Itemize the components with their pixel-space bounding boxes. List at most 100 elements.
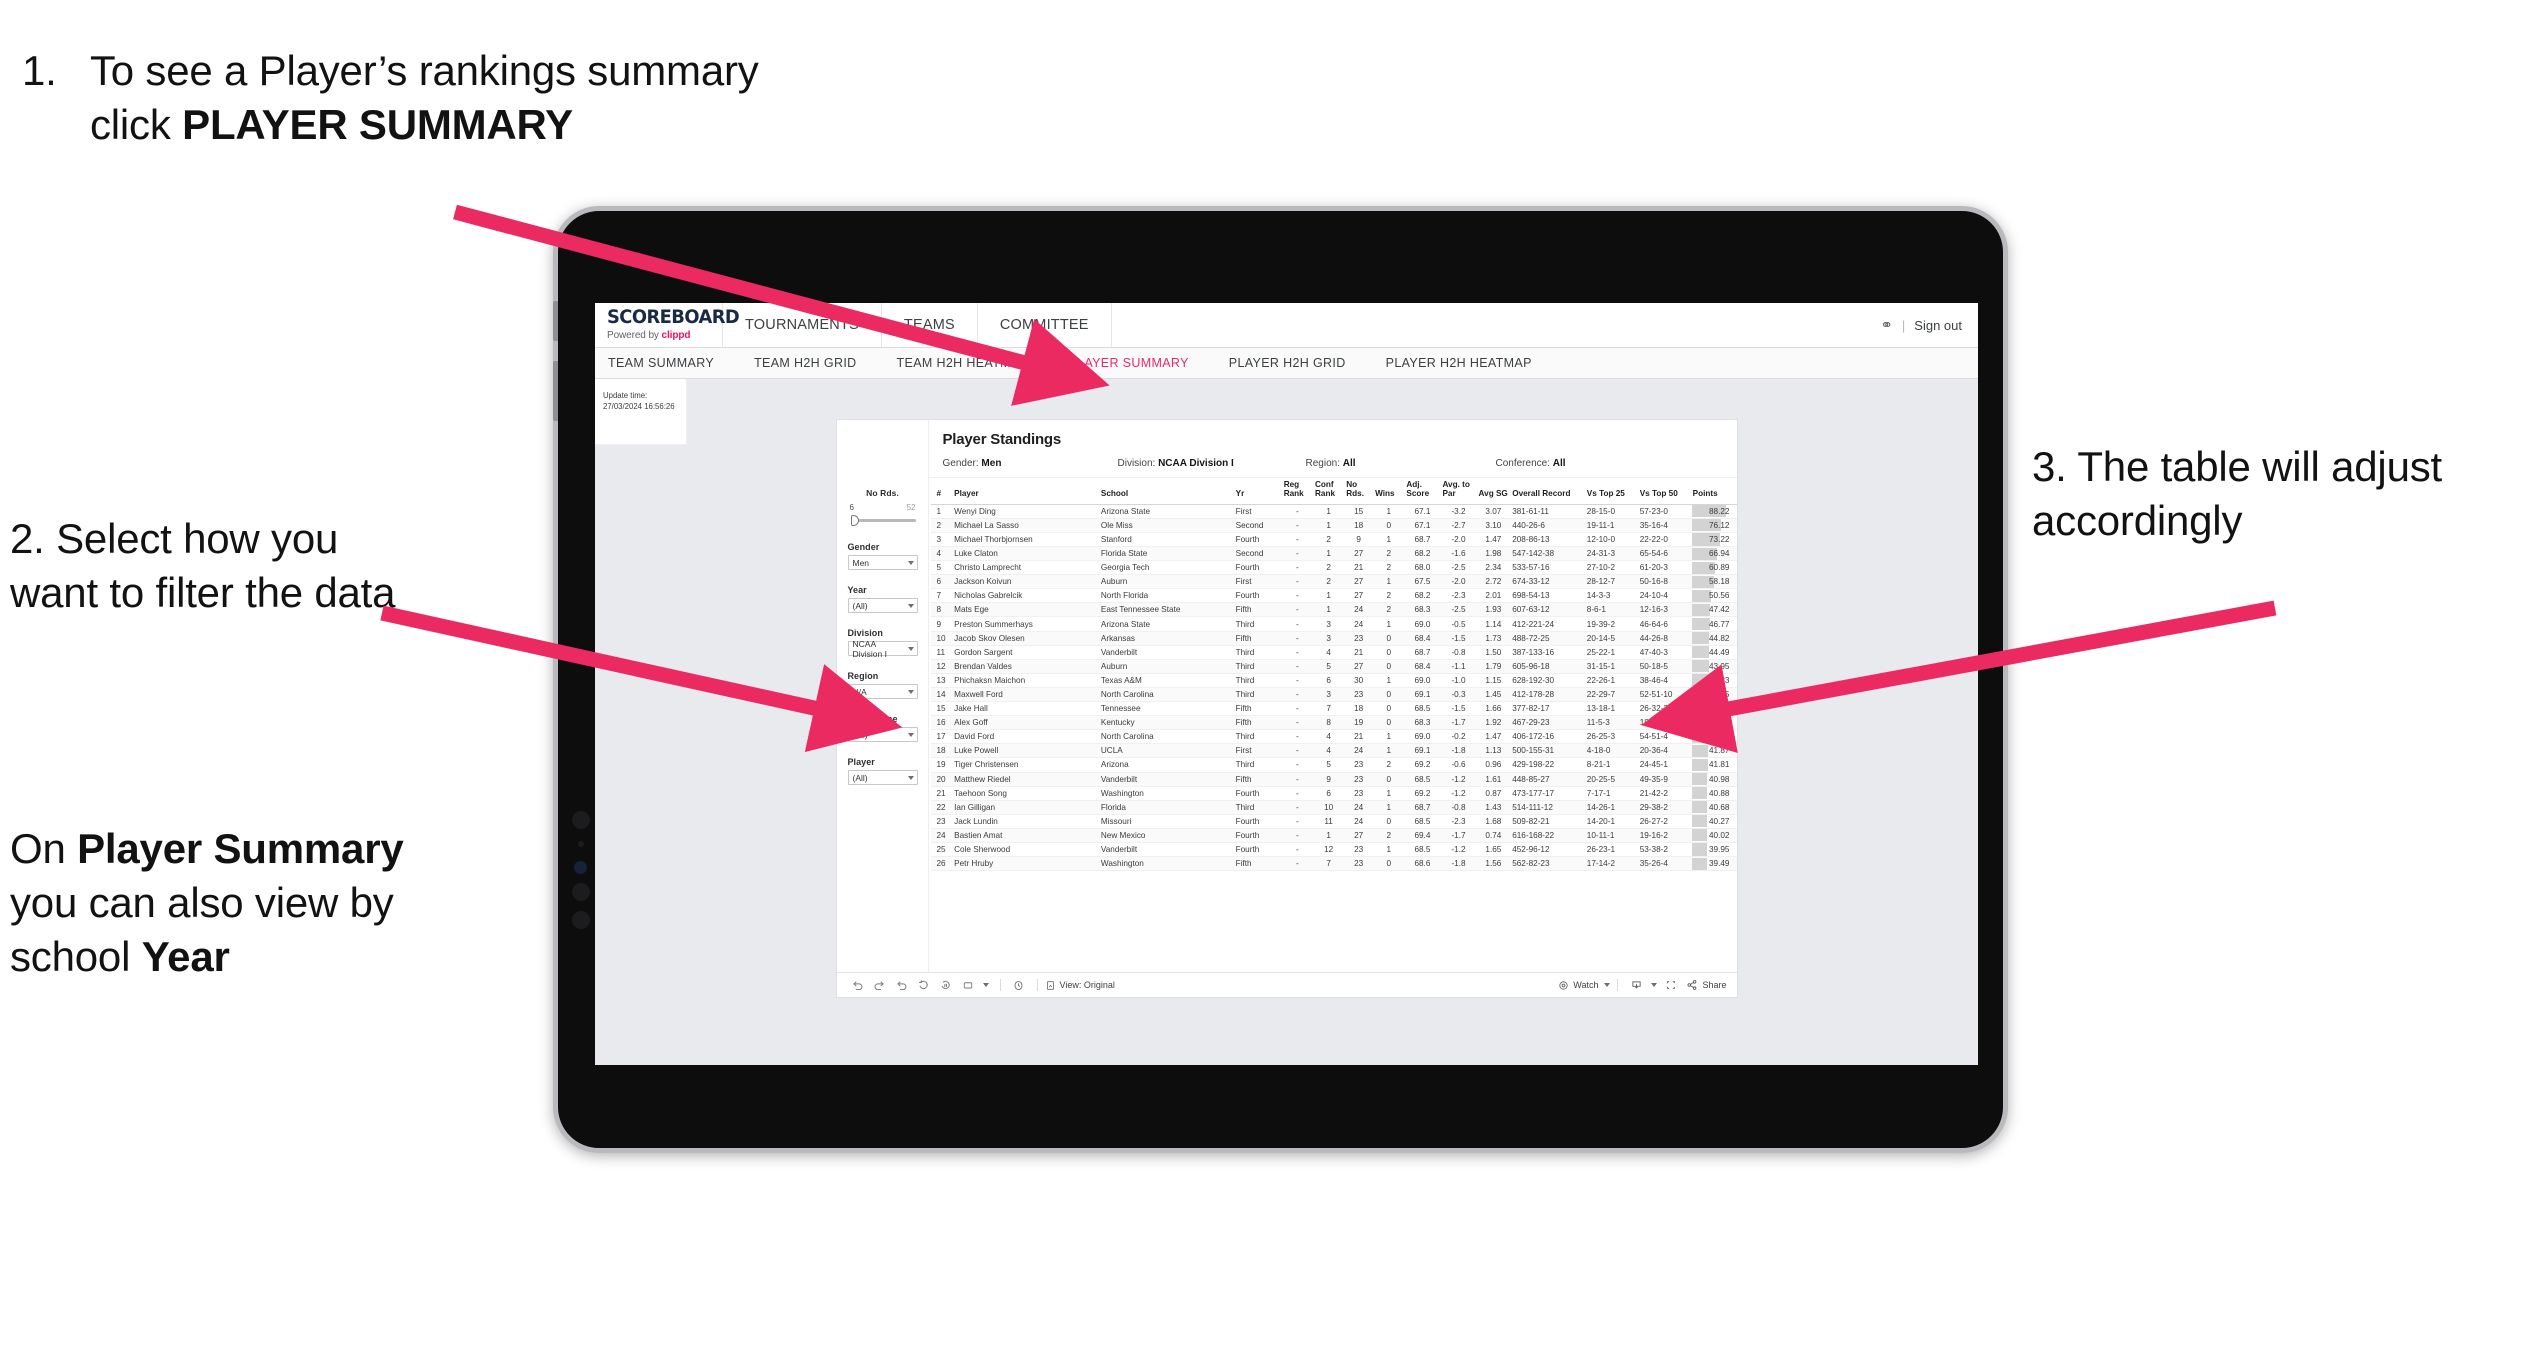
cell-yr: First (1233, 504, 1282, 519)
app-logo[interactable]: SCOREBOARD Powered by clippd (595, 303, 740, 347)
cell-no-rds: 27 (1344, 659, 1374, 674)
col-avg-sg[interactable]: Avg SG (1476, 478, 1511, 505)
cell-vs-top-50: 35-16-4 (1637, 518, 1691, 533)
cell-reg-rank: - (1281, 504, 1313, 519)
table-row[interactable]: 4 Luke Claton Florida State Second -1 27 2 68.2… (930, 546, 1737, 562)
redo-icon[interactable] (869, 976, 891, 994)
table-row[interactable]: 3 Michael Thorbjornsen Stanford Fourth -2 9 1 6… (930, 532, 1737, 548)
col-overall[interactable]: Overall Record (1510, 478, 1585, 505)
col-no-rds[interactable]: No Rds. (1344, 478, 1374, 505)
meta-region: Region: All (1306, 458, 1496, 469)
cell-rank: 3 (930, 532, 953, 548)
col-wins[interactable]: Wins (1373, 478, 1405, 505)
filter-division-select[interactable]: NCAA Division I (847, 639, 918, 659)
slider-handle[interactable] (850, 515, 859, 526)
no-rounds-slider[interactable] (848, 514, 918, 527)
logo-brand-clippd: clippd (661, 330, 691, 341)
table-row[interactable]: 25 Cole Sherwood Vanderbilt Fourth -12 23 1 68.… (930, 842, 1737, 858)
table-row[interactable]: 16 Alex Goff Kentucky Fifth -8 19 0 68.3 -1.7 1.9… (930, 715, 1737, 731)
watch-button[interactable]: Watch (1558, 980, 1611, 991)
top-nav-tournaments[interactable]: TOURNAMENTS (723, 303, 882, 347)
table-row[interactable]: 26 Petr Hruby Washington Fifth -7 23 0 68.6 -1.8… (930, 856, 1737, 872)
share-button[interactable]: Share (1686, 979, 1727, 991)
filter-player-select[interactable]: (All) (847, 770, 918, 785)
points-bar (1691, 730, 1708, 743)
cell-vs-top-25: 28-12-7 (1584, 574, 1638, 590)
device-button-top (553, 301, 558, 341)
tab-team-summary[interactable]: TEAM SUMMARY (608, 356, 734, 370)
table-row[interactable]: 2 Michael La Sasso Ole Miss Second -1 18 0 67.1… (930, 518, 1737, 533)
col-vs-top-25[interactable]: Vs Top 25 (1584, 478, 1638, 505)
table-row[interactable]: 21 Taehoon Song Washington Fourth -6 23 1 69.2-… (930, 786, 1737, 801)
tab-team-h2h-heatmap[interactable]: TEAM H2H HEATMAP (897, 356, 1049, 370)
tab-player-h2h-heatmap[interactable]: PLAYER H2H HEATMAP (1386, 356, 1552, 370)
cell-avg-sg: 0.74 (1476, 828, 1511, 843)
filter-conference-select[interactable]: (All) (847, 727, 918, 742)
filter-region-select[interactable]: N/A (847, 684, 918, 699)
device-icon[interactable] (957, 976, 979, 994)
col-reg-rank[interactable]: Reg Rank (1281, 478, 1313, 505)
col-conf-rank[interactable]: Conf Rank (1312, 478, 1345, 505)
person-icon[interactable]: ⚭ (1880, 316, 1893, 334)
table-row[interactable]: 20 Matthew Riedel Vanderbilt Fifth -9 23 0 68.5… (930, 772, 1737, 787)
table-row[interactable]: 8 Mats Ege East Tennessee State Fifth -1 24 2 6… (930, 602, 1737, 618)
tab-player-summary[interactable]: PLAYER SUMMARY (1068, 356, 1208, 370)
table-row[interactable]: 11 Gordon Sargent Vanderbilt Third -4 21 0 68.7… (930, 645, 1737, 660)
sign-out-link[interactable]: Sign out (1914, 318, 1962, 333)
table-row[interactable]: 7 Nicholas Gabrelcik North Florida Fourth -1… (930, 588, 1737, 604)
col-avg-to-par[interactable]: Avg. to Par (1440, 478, 1477, 505)
fullscreen-icon[interactable] (1660, 976, 1682, 994)
col-player[interactable]: Player (952, 478, 1099, 505)
chevron-down-icon (907, 689, 914, 694)
table-row[interactable]: 15 Jake Hall Tennessee Fifth -7 18 0 68.5 -1.5 1.… (930, 701, 1737, 717)
table-row[interactable]: 23 Jack Lundin Missouri Fourth -11 24 0 68.5 -2.… (930, 814, 1737, 829)
cell-school: Washington (1098, 856, 1234, 872)
view-original-button[interactable]: View: Original (1045, 980, 1115, 991)
cell-school: Georgia Tech (1098, 560, 1234, 576)
col-vs-top-50[interactable]: Vs Top 50 (1637, 478, 1691, 505)
download-icon[interactable] (1625, 976, 1647, 994)
cell-adj-score: 67.1 (1404, 518, 1441, 533)
col-yr[interactable]: Yr (1233, 478, 1282, 505)
table-row[interactable]: 10 Jacob Skov Olesen Arkansas Fifth -3 23 0 68.… (930, 631, 1737, 646)
pause-icon[interactable] (935, 976, 957, 994)
undo-icon[interactable] (847, 976, 869, 994)
chevron-down-icon[interactable] (1647, 976, 1660, 994)
top-nav-teams-label: TEAMS (903, 317, 955, 333)
table-row[interactable]: 17 David Ford North Carolina Third -4 21 1 69.0… (930, 729, 1737, 745)
cell-no-rds: 27 (1344, 588, 1374, 604)
cell-adj-score: 68.3 (1404, 602, 1441, 618)
refresh-icon[interactable] (913, 976, 935, 994)
col-school[interactable]: School (1098, 478, 1234, 505)
table-row[interactable]: 14 Maxwell Ford North Carolina Third -3 23 0 69… (930, 687, 1737, 703)
cell-rank: 6 (930, 574, 953, 590)
standings-table-scroll[interactable]: # Player School Yr Reg Rank Conf Rank No… (929, 478, 1737, 972)
col-rank[interactable]: # (930, 478, 953, 505)
filter-year-select[interactable]: (All) (847, 598, 918, 613)
table-row[interactable]: 19 Tiger Christensen Arizona Third -5 23 2 69.2… (930, 757, 1737, 773)
table-row[interactable]: 24 Bastien Amat New Mexico Fourth -1 27 2 69.4-… (930, 828, 1737, 843)
device-button-mid (553, 361, 558, 421)
top-nav-committee[interactable]: COMMITTEE (978, 303, 1112, 347)
table-row[interactable]: 5 Christo Lamprecht Georgia Tech Fourth -2 21… (930, 560, 1737, 576)
tab-team-h2h-grid[interactable]: TEAM H2H GRID (754, 356, 876, 370)
table-row[interactable]: 9 Preston Summerhays Arizona State Third -3 2… (930, 616, 1737, 632)
cell-conf-rank: 6 (1312, 786, 1345, 801)
top-nav-teams[interactable]: TEAMS (882, 303, 978, 347)
table-row[interactable]: 13 Phichaksn Maichon Texas A&M Third -6 30 1 69… (930, 673, 1737, 688)
table-row[interactable]: 22 Ian Gilligan Florida Third -10 24 1 68.7 -0.8… (930, 800, 1737, 815)
table-row[interactable]: 18 Luke Powell UCLA First -4 24 1 69.1 -1.8 1.13 5… (930, 743, 1737, 759)
cell-avg-to-par: -2.3 (1440, 588, 1477, 604)
update-time-value: 27/03/2024 16:56:26 (603, 401, 675, 411)
col-points[interactable]: Points (1690, 478, 1737, 505)
history-icon[interactable] (1008, 976, 1030, 994)
chevron-down-icon[interactable] (979, 976, 993, 994)
filter-gender-select[interactable]: Men (847, 555, 918, 570)
tab-player-h2h-grid[interactable]: PLAYER H2H GRID (1229, 356, 1366, 370)
revert-icon[interactable] (891, 976, 913, 994)
table-row[interactable]: 1 Wenyi Ding Arizona State First -1 15 1 67.1 -3… (930, 504, 1737, 519)
col-adj-score[interactable]: Adj. Score (1404, 478, 1441, 505)
table-row[interactable]: 6 Jackson Koivun Auburn First -2 27 1 67.5 -2.0 2… (930, 574, 1737, 590)
table-row[interactable]: 12 Brendan Valdes Auburn Third -5 27 0 68.4 -1.1… (930, 659, 1737, 674)
cell-school: North Florida (1098, 588, 1234, 604)
